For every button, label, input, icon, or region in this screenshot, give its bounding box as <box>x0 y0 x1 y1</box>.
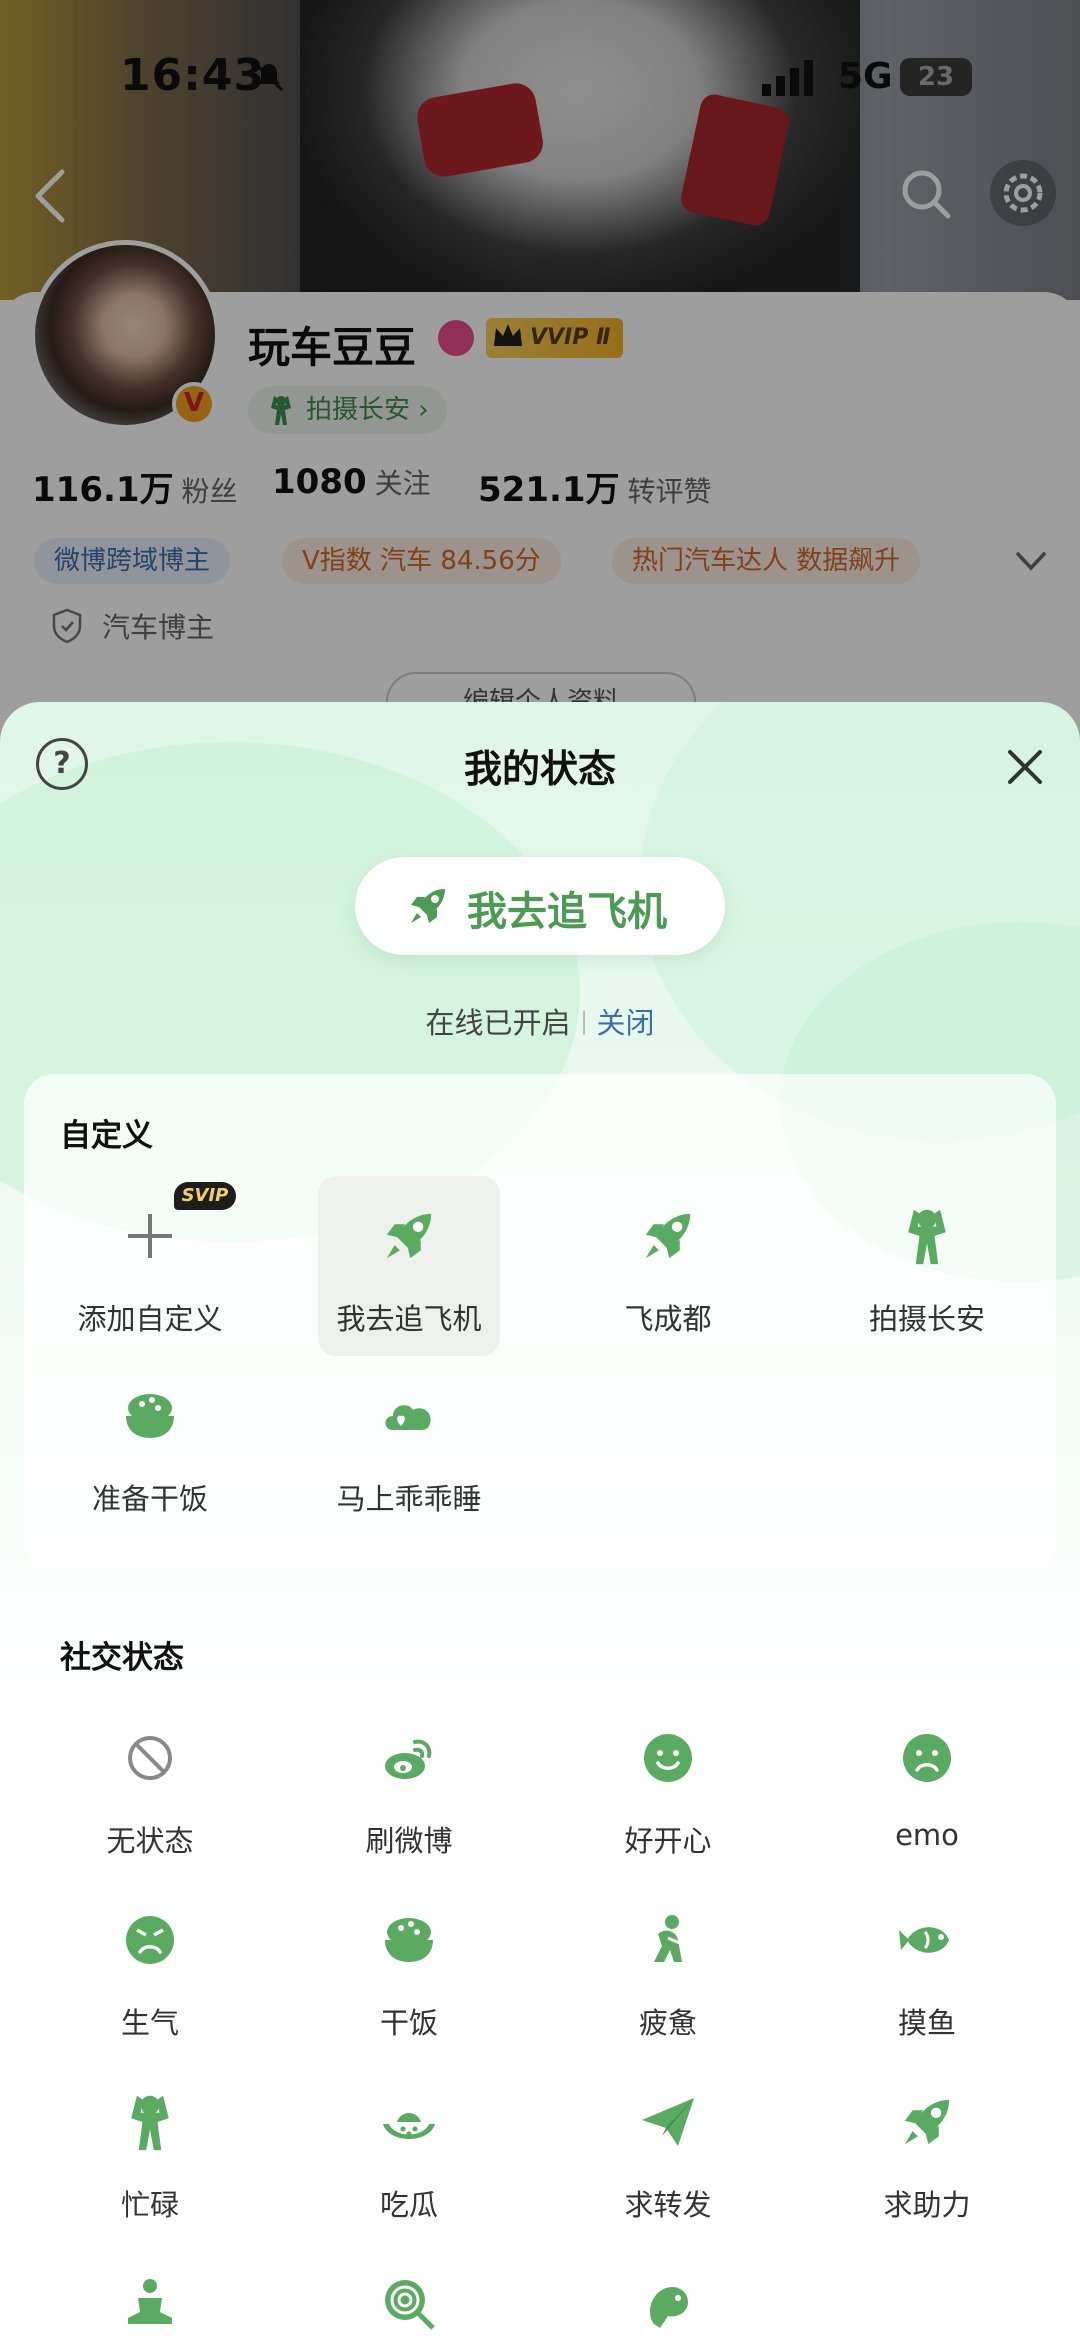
custom-item-ready-eat[interactable]: 准备干饭 <box>59 1356 241 1536</box>
meditate-person-icon <box>128 2279 172 2324</box>
social-item-lollipop[interactable] <box>318 2244 500 2347</box>
custom-item-sleep[interactable]: 马上乖乖睡 <box>318 1356 500 1536</box>
social-item-emo[interactable]: emo <box>836 1698 1018 1878</box>
fish-icon <box>899 1927 949 1953</box>
social-section-title: 社交状态 <box>60 1640 184 1676</box>
turn-off-link[interactable]: 关闭 <box>597 1006 655 1040</box>
svip-badge: SVIP <box>174 1182 236 1210</box>
social-item-repost[interactable]: 求转发 <box>577 2062 759 2242</box>
sheet-title: 我的状态 <box>463 747 616 791</box>
status-bottom-sheet: ? 我的状态 我去追飞机 在线已开启 关闭 自定义 添加自定义 我去追飞机 飞成… <box>0 702 1080 2347</box>
custom-item-shoot-changan[interactable]: 拍摄长安 <box>836 1176 1018 1356</box>
rocket-icon <box>411 889 445 923</box>
tired-person-icon <box>654 1915 683 1962</box>
rocket-icon <box>904 2099 950 2145</box>
current-status-label: 我去追飞机 <box>467 889 667 935</box>
paper-plane-icon <box>642 2098 694 2146</box>
online-text: 在线已开启 <box>425 1006 571 1040</box>
rocket-icon <box>386 1213 432 1259</box>
weibo-icon <box>385 1739 432 1779</box>
sad-face-icon <box>903 1734 951 1782</box>
angry-face-icon <box>126 1916 174 1964</box>
custom-item-fly-chengdu[interactable]: 飞成都 <box>577 1176 759 1356</box>
social-item-none[interactable]: 无状态 <box>59 1698 241 1878</box>
watermelon-icon <box>383 2113 435 2139</box>
online-status-line: 在线已开启 关闭 <box>0 1000 1080 1042</box>
social-item-happy[interactable]: 好开心 <box>577 1698 759 1878</box>
cloud-heart-icon <box>385 1405 431 1430</box>
person-hands-head-icon <box>131 2095 169 2151</box>
happy-face-icon <box>644 1734 692 1782</box>
social-item-slack[interactable]: 摸鱼 <box>836 1880 1018 2060</box>
social-item-boost[interactable]: 求助力 <box>836 2062 1018 2242</box>
rice-bowl-icon <box>385 1918 433 1962</box>
person-hands-head-icon <box>908 1209 946 1265</box>
custom-section-title: 自定义 <box>60 1118 153 1154</box>
custom-item-chase-plane[interactable]: 我去追飞机 <box>318 1176 500 1356</box>
social-item-weibo[interactable]: 刷微博 <box>318 1698 500 1878</box>
plus-icon <box>128 1214 172 1258</box>
cloud-fish-icon <box>650 2286 688 2328</box>
rice-bowl-icon <box>126 1394 174 1438</box>
current-status-pill[interactable]: 我去追飞机 <box>355 857 725 955</box>
social-item-busy[interactable]: 忙碌 <box>59 2062 241 2242</box>
social-item-angry[interactable]: 生气 <box>59 1880 241 2060</box>
social-item-tired[interactable]: 疲惫 <box>577 1880 759 2060</box>
lollipop-icon <box>385 2280 435 2330</box>
social-item-meditate[interactable] <box>59 2244 241 2347</box>
social-item-eat[interactable]: 干饭 <box>318 1880 500 2060</box>
social-item-cloud-fish[interactable] <box>577 2244 759 2347</box>
rocket-icon <box>645 1213 691 1259</box>
close-icon[interactable] <box>1000 742 1050 792</box>
social-item-watermelon[interactable]: 吃瓜 <box>318 2062 500 2242</box>
no-status-icon <box>128 1736 172 1780</box>
